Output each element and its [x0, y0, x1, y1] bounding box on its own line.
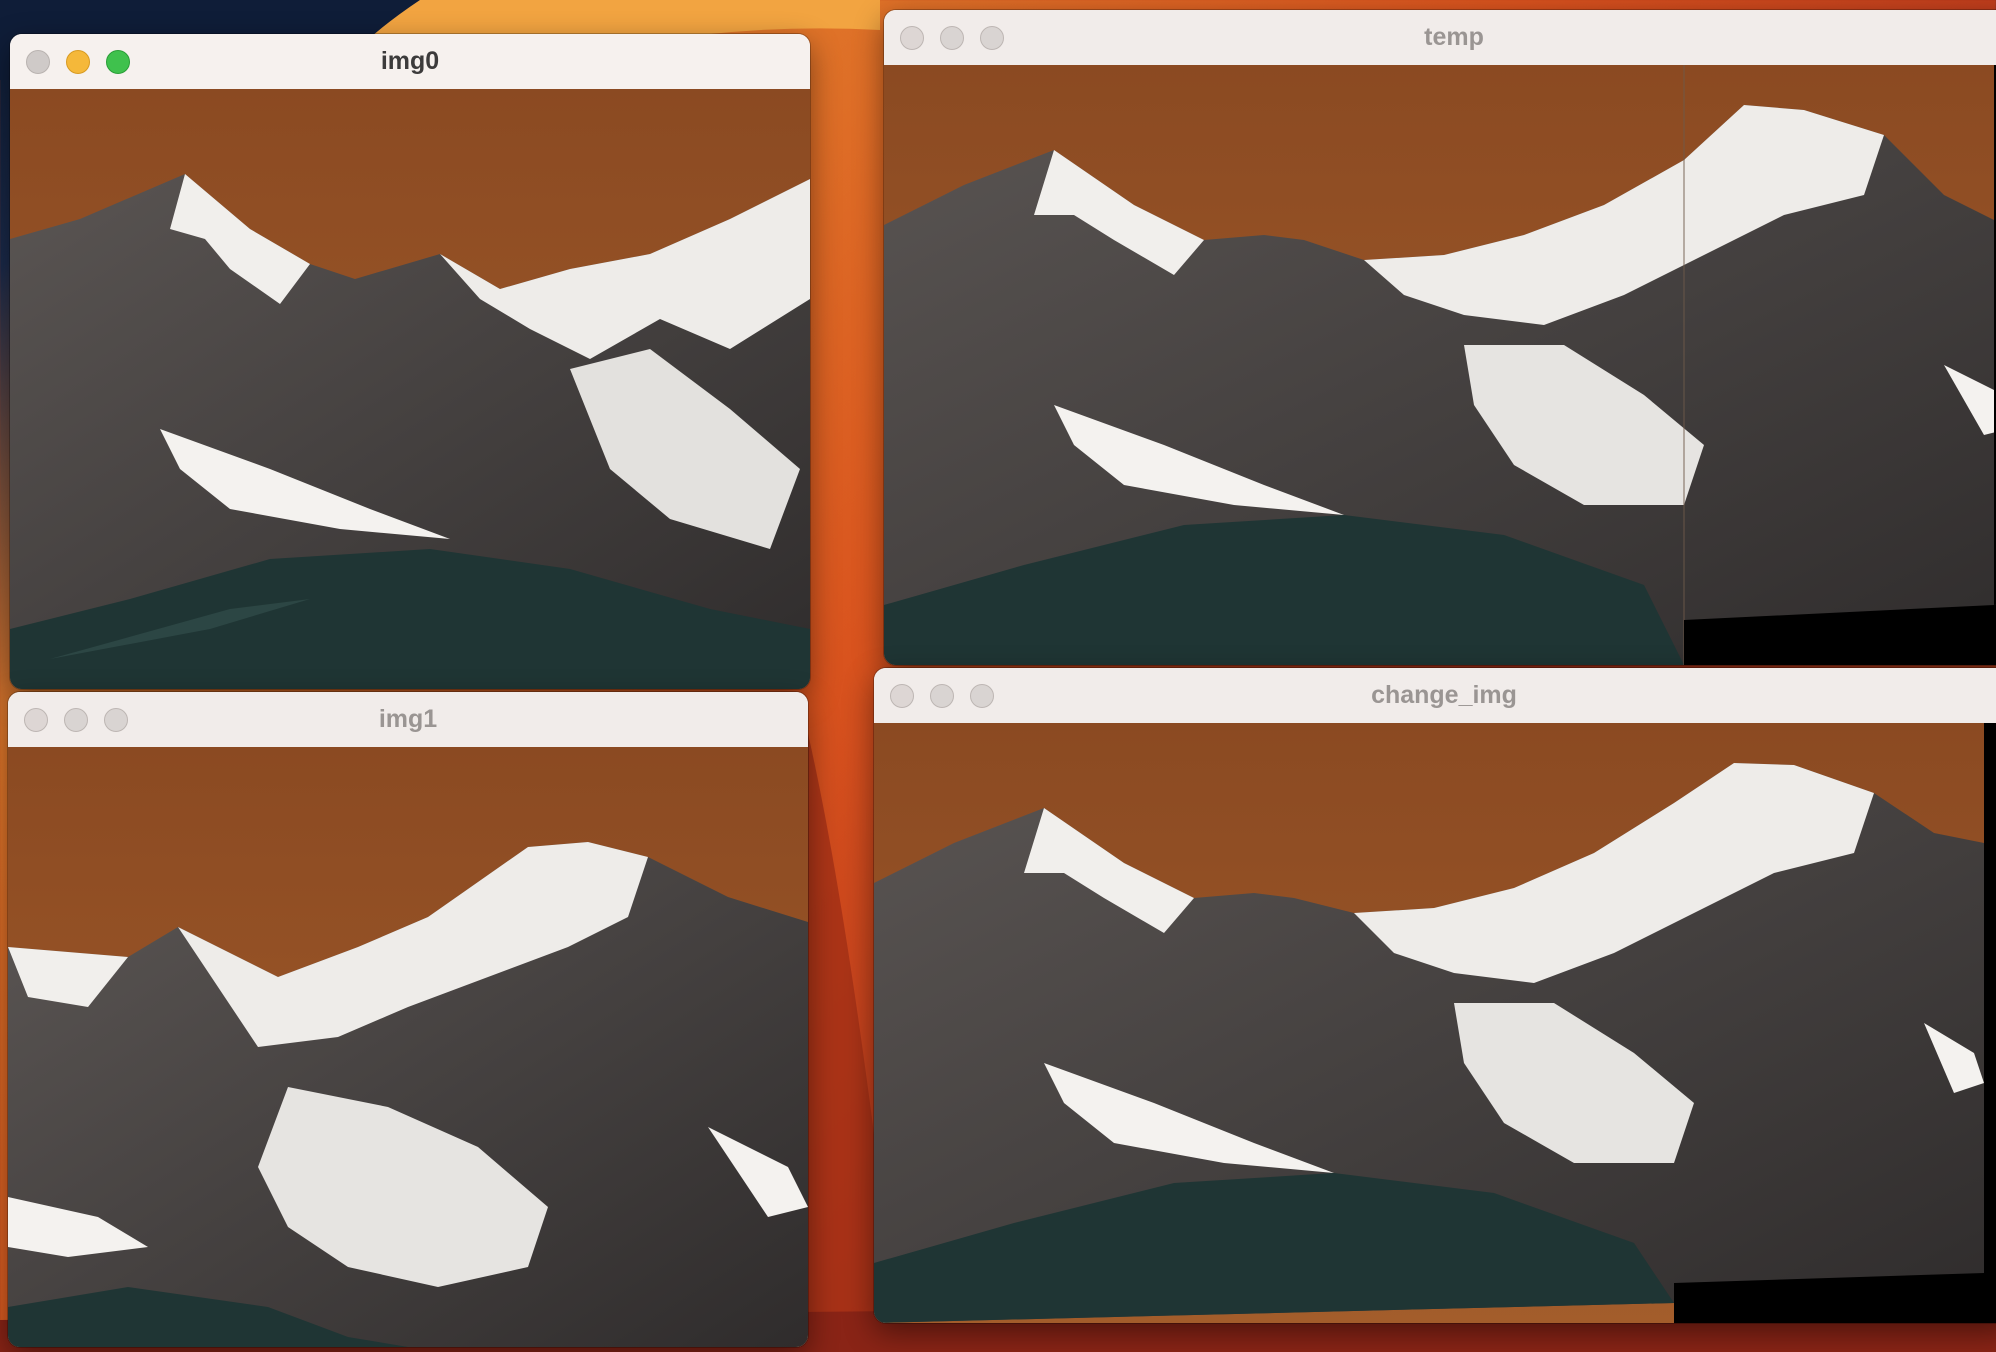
- window-title: img0: [380, 47, 440, 75]
- image-canvas-change-img: [874, 723, 1996, 1323]
- mountain-image: [8, 747, 808, 1347]
- zoom-button-icon[interactable]: [980, 25, 1004, 50]
- mountain-image: [10, 89, 810, 689]
- window-title: change_img: [1371, 681, 1517, 709]
- minimize-button-icon[interactable]: [930, 683, 954, 708]
- image-canvas-img1: [8, 747, 808, 1347]
- zoom-button-icon[interactable]: [106, 49, 130, 74]
- window-change-img[interactable]: change_img: [874, 668, 1996, 1323]
- stitched-image: [884, 65, 1996, 665]
- image-canvas-img0: [10, 89, 810, 689]
- image-canvas-temp: [884, 65, 1996, 665]
- zoom-button-icon[interactable]: [104, 707, 128, 732]
- window-temp[interactable]: temp: [884, 10, 1996, 665]
- window-img1[interactable]: img1: [8, 692, 808, 1347]
- close-button-icon[interactable]: [26, 49, 50, 74]
- minimize-button-icon[interactable]: [64, 707, 88, 732]
- minimize-button-icon[interactable]: [940, 25, 964, 50]
- window-title: img1: [378, 705, 438, 733]
- close-button-icon[interactable]: [890, 683, 914, 708]
- titlebar-img0[interactable]: img0: [10, 34, 810, 90]
- titlebar-temp[interactable]: temp: [884, 10, 1996, 66]
- close-button-icon[interactable]: [900, 25, 924, 50]
- zoom-button-icon[interactable]: [970, 683, 994, 708]
- close-button-icon[interactable]: [24, 707, 48, 732]
- window-img0[interactable]: img0: [10, 34, 810, 689]
- titlebar-img1[interactable]: img1: [8, 692, 808, 748]
- warped-image: [874, 723, 1996, 1323]
- minimize-button-icon[interactable]: [66, 49, 90, 74]
- titlebar-change-img[interactable]: change_img: [874, 668, 1996, 724]
- window-title: temp: [1424, 23, 1484, 51]
